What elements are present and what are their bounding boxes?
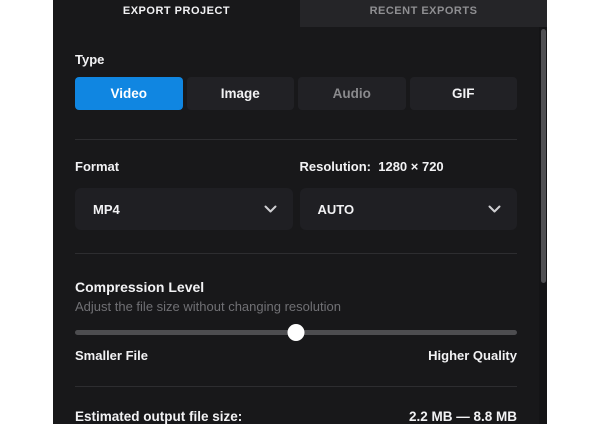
estimated-size-row: Estimated output file size: 2.2 MB — 8.8… [75,408,517,424]
estimated-size-value: 2.2 MB — 8.8 MB [408,409,517,424]
higher-quality-label: Higher Quality [428,348,517,363]
divider [75,139,517,140]
export-dialog: EXPORT PROJECT RECENT EXPORTS Type Video… [53,0,547,424]
estimated-size-label: Estimated output file size: [75,409,243,424]
tab-recent-exports-label: RECENT EXPORTS [369,5,478,17]
tab-export-project[interactable]: EXPORT PROJECT [53,0,300,27]
resolution-dropdown-value: AUTO [317,201,355,217]
divider [75,253,517,254]
type-video-button[interactable]: Video [75,77,183,110]
resolution-column: Resolution: 1280 × 720 AUTO [299,159,518,230]
tab-recent-exports[interactable]: RECENT EXPORTS [300,0,547,27]
compression-slider-thumb[interactable] [287,324,305,341]
compression-level-subtitle: Adjust the file size without changing re… [75,299,341,314]
export-dialog-content: Type Video Image Audio GIF Format MP4 Re… [53,52,547,424]
resolution-label-text: Resolution: [299,159,372,174]
format-row: Format MP4 Resolution: 1280 × 720 AUTO [75,159,517,230]
export-tabbar: EXPORT PROJECT RECENT EXPORTS [53,0,547,27]
tab-export-project-label: EXPORT PROJECT [122,5,231,17]
compression-slider[interactable] [75,324,517,341]
chevron-down-icon [488,205,501,213]
type-button-group: Video Image Audio GIF [75,77,517,110]
type-audio-button[interactable]: Audio [298,77,406,110]
smaller-file-label: Smaller File [75,348,148,363]
resolution-dropdown[interactable]: AUTO [299,188,517,230]
type-image-button[interactable]: Image [186,77,294,110]
format-label: Format [75,159,120,174]
scrollbar-thumb[interactable] [541,29,546,283]
compression-level-title: Compression Level [75,279,205,295]
compression-slider-labels: Smaller File Higher Quality [75,348,517,364]
resolution-value-text: 1280 × 720 [378,159,444,174]
resolution-label: Resolution: 1280 × 720 [300,159,518,175]
chevron-down-icon [264,205,277,213]
type-gif-button[interactable]: GIF [409,77,517,110]
format-dropdown[interactable]: MP4 [75,188,293,230]
type-label: Type [75,52,105,67]
format-column: Format MP4 [75,159,293,230]
divider [75,386,517,387]
format-dropdown-value: MP4 [93,201,120,217]
